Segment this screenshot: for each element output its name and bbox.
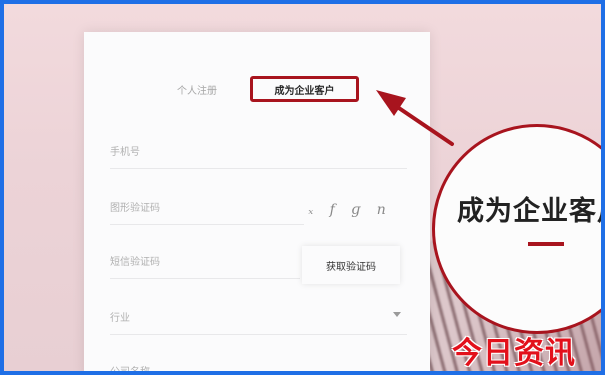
- captcha-field-label: 图形验证码: [110, 203, 160, 214]
- captcha-field[interactable]: 图形验证码: [110, 190, 304, 225]
- watermark-logo: 今日资讯: [452, 336, 576, 371]
- captcha-image[interactable]: ₓ f ɡ n: [304, 194, 396, 226]
- tab-personal-register[interactable]: 个人注册: [177, 82, 217, 97]
- chevron-down-icon: [393, 312, 401, 317]
- industry-select[interactable]: 行业: [110, 300, 407, 335]
- callout-underline: [528, 242, 564, 246]
- phone-field-label: 手机号: [110, 147, 140, 158]
- company-name-field[interactable]: 公司名称: [110, 354, 407, 371]
- registration-panel: 个人注册 成为企业客户 手机号 图形验证码 ₓ f ɡ n 短信验证码 获取验证…: [84, 32, 430, 371]
- sms-code-field[interactable]: 短信验证码: [110, 244, 300, 279]
- callout-text: 成为企业客户: [457, 196, 601, 227]
- sms-code-field-label: 短信验证码: [110, 257, 160, 268]
- industry-select-label: 行业: [110, 313, 130, 324]
- company-name-field-label: 公司名称: [110, 363, 150, 371]
- tab-enterprise-label: 成为企业客户: [274, 85, 335, 97]
- screenshot-frame: 个人注册 成为企业客户 手机号 图形验证码 ₓ f ɡ n 短信验证码 获取验证…: [4, 4, 601, 371]
- tab-enterprise-customer[interactable]: 成为企业客户: [250, 76, 359, 102]
- tab-bar: 个人注册 成为企业客户: [84, 76, 430, 104]
- phone-field[interactable]: 手机号: [110, 134, 407, 169]
- get-sms-code-button[interactable]: 获取验证码: [302, 246, 400, 284]
